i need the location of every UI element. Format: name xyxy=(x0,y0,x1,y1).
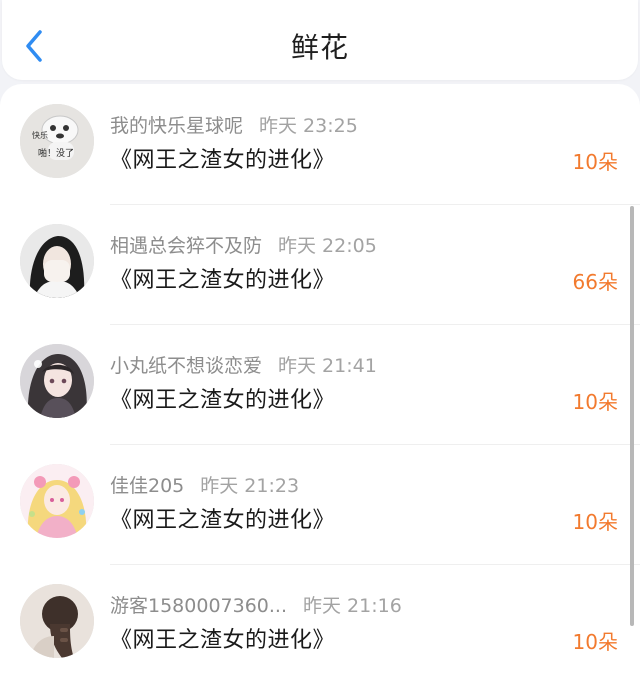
username[interactable]: 佳佳205 xyxy=(110,475,184,497)
flower-count: 10朵 xyxy=(572,390,618,414)
timestamp: 昨天 21:23 xyxy=(200,475,300,497)
username[interactable]: 小丸纸不想谈恋爱 xyxy=(110,355,262,377)
item-meta: 我的快乐星球呢 昨天 23:25 xyxy=(110,111,358,138)
username[interactable]: 相遇总会猝不及防 xyxy=(110,235,262,257)
nav-bar: 鲜花 xyxy=(2,0,638,80)
avatar[interactable] xyxy=(20,344,94,418)
avatar[interactable]: 快乐 啪！没了 xyxy=(20,104,94,178)
username[interactable]: 我的快乐星球呢 xyxy=(110,115,243,137)
list-item[interactable]: 小丸纸不想谈恋爱 昨天 21:41 《网王之渣女的进化》 10朵 xyxy=(0,324,640,444)
item-meta: 小丸纸不想谈恋爱 昨天 21:41 xyxy=(110,351,377,378)
timestamp: 昨天 21:16 xyxy=(303,595,402,617)
list-item[interactable]: 游客1580007360... 昨天 21:16 《网王之渣女的进化》 10朵 xyxy=(0,564,640,684)
flower-list[interactable]: 快乐 啪！没了 我的快乐星球呢 昨天 23:25 《网王之渣女的进化》 10朵 相… xyxy=(0,84,640,684)
flower-count: 10朵 xyxy=(572,630,618,654)
avatar[interactable] xyxy=(20,464,94,538)
item-meta: 相遇总会猝不及防 昨天 22:05 xyxy=(110,231,377,258)
username[interactable]: 游客1580007360... xyxy=(110,595,287,617)
avatar[interactable] xyxy=(20,224,94,298)
page-title: 鲜花 xyxy=(290,31,349,64)
scrollbar[interactable] xyxy=(630,206,634,626)
avatar-caption-top: 快乐 xyxy=(32,130,48,140)
book-title[interactable]: 《网王之渣女的进化》 xyxy=(110,622,335,654)
list-item[interactable]: 佳佳205 昨天 21:23 《网王之渣女的进化》 10朵 xyxy=(0,444,640,564)
list-item[interactable]: 相遇总会猝不及防 昨天 22:05 《网王之渣女的进化》 66朵 xyxy=(0,204,640,324)
avatar[interactable] xyxy=(20,584,94,658)
item-meta: 游客1580007360... 昨天 21:16 xyxy=(110,591,402,618)
book-title[interactable]: 《网王之渣女的进化》 xyxy=(110,502,335,534)
book-title[interactable]: 《网王之渣女的进化》 xyxy=(110,382,335,414)
avatar-caption-bottom: 啪！没了 xyxy=(38,147,74,159)
flower-count: 10朵 xyxy=(572,150,618,174)
flower-count: 10朵 xyxy=(572,510,618,534)
flower-count: 66朵 xyxy=(572,270,618,294)
timestamp: 昨天 22:05 xyxy=(278,235,377,257)
item-meta: 佳佳205 昨天 21:23 xyxy=(110,471,299,498)
timestamp: 昨天 23:25 xyxy=(259,115,358,137)
list-item[interactable]: 快乐 啪！没了 我的快乐星球呢 昨天 23:25 《网王之渣女的进化》 10朵 xyxy=(0,84,640,204)
book-title[interactable]: 《网王之渣女的进化》 xyxy=(110,262,335,294)
timestamp: 昨天 21:41 xyxy=(278,355,377,377)
book-title[interactable]: 《网王之渣女的进化》 xyxy=(110,142,335,174)
